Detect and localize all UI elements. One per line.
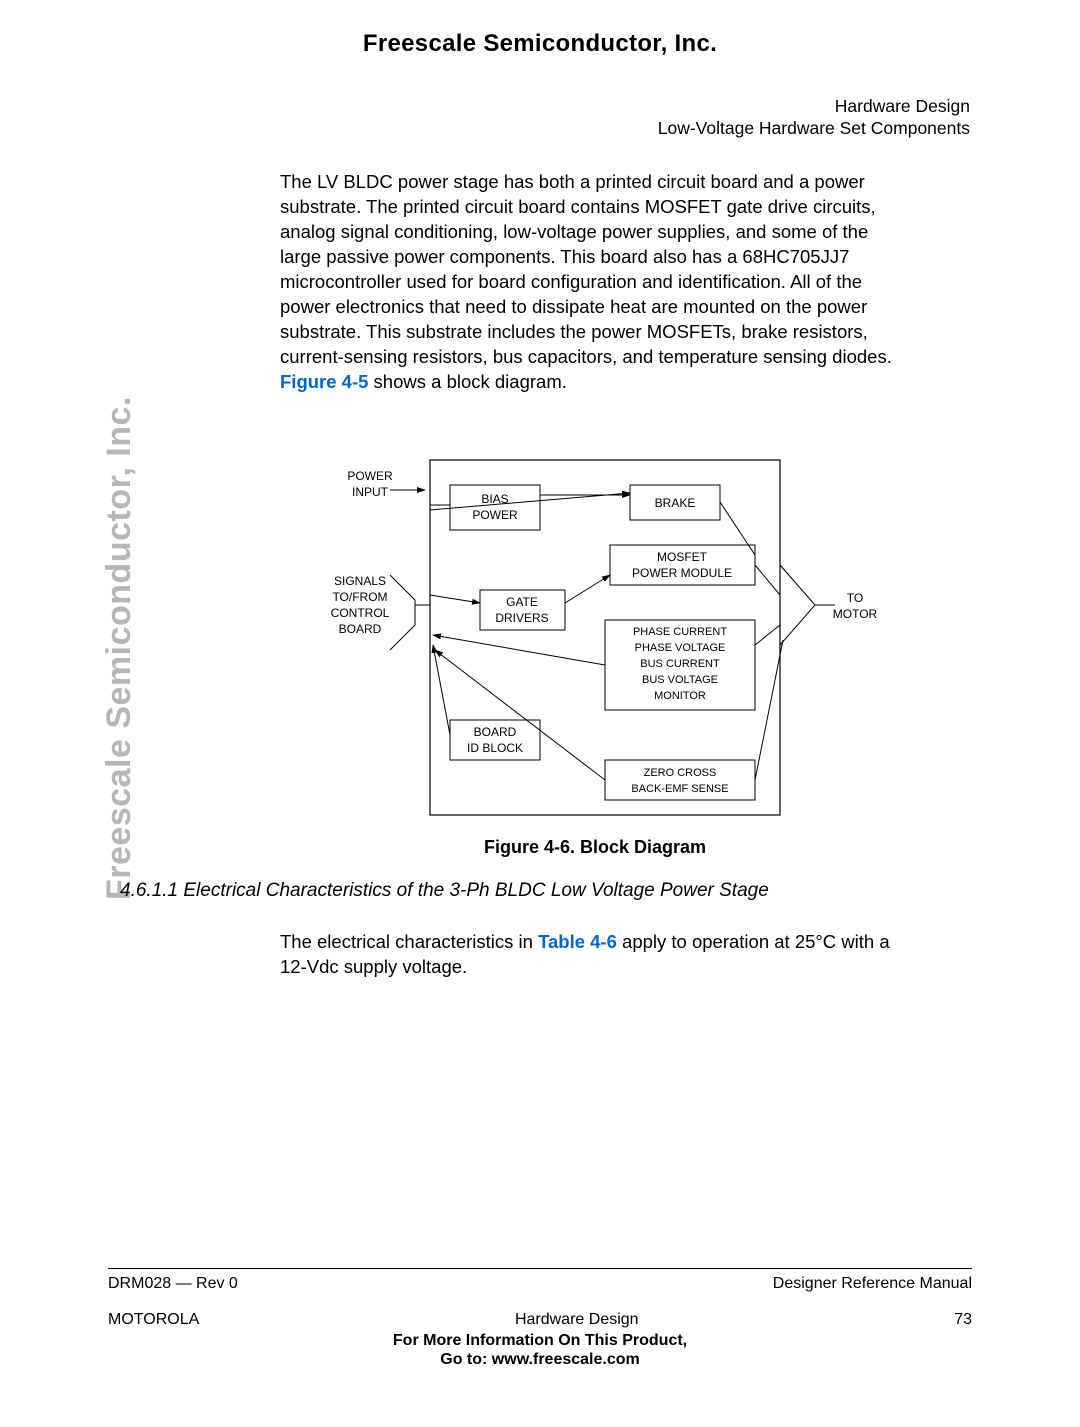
footer-page-number: 73 [954, 1311, 972, 1329]
label-boardid-1: BOARD [474, 725, 517, 739]
footer-more-info-2: Go to: www.freescale.com [108, 1350, 972, 1369]
label-to-1: TO [847, 591, 863, 605]
label-monitor-2: PHASE VOLTAGE [635, 642, 726, 654]
label-boardid-2: ID BLOCK [467, 741, 523, 755]
footer-more-info-1: For More Information On This Product, [108, 1331, 972, 1350]
footer-doc-rev: DRM028 — Rev 0 [108, 1275, 238, 1293]
footer-section: Hardware Design [515, 1311, 639, 1329]
header-line-2: Low-Voltage Hardware Set Components [658, 118, 970, 140]
label-zero-1: ZERO CROSS [644, 767, 717, 779]
label-brake: BRAKE [655, 496, 696, 510]
label-mosfet-1: MOSFET [657, 550, 708, 564]
label-gate-1: GATE [506, 595, 538, 609]
page-footer: DRM028 — Rev 0 Designer Reference Manual… [108, 1268, 972, 1369]
label-power-input-1: POWER [347, 469, 393, 483]
label-to-2: MOTOR [833, 607, 878, 621]
block-diagram-svg: BIAS POWER BRAKE MOSFET POWER MODULE GAT… [295, 445, 895, 825]
figure-block-diagram: BIAS POWER BRAKE MOSFET POWER MODULE GAT… [280, 445, 910, 858]
label-zero-2: BACK-EMF SENSE [631, 783, 728, 795]
paragraph-text-2: shows a block diagram. [368, 371, 566, 392]
subsection-heading: 4.6.1.1 Electrical Characteristics of th… [120, 880, 769, 902]
paragraph-2: The electrical characteristics in Table … [280, 930, 915, 980]
label-monitor-1: PHASE CURRENT [633, 626, 727, 638]
paragraph2-text-1: The electrical characteristics in [280, 931, 538, 952]
sidebar-watermark: Freescale Semiconductor, Inc. [100, 396, 139, 900]
label-signals-2: TO/FROM [332, 590, 387, 604]
header-line-1: Hardware Design [658, 96, 970, 118]
figure-4-5-link[interactable]: Figure 4-5 [280, 371, 368, 392]
label-signals-1: SIGNALS [334, 574, 386, 588]
label-power-input-2: INPUT [352, 485, 389, 499]
label-monitor-4: BUS VOLTAGE [642, 674, 718, 686]
header-section-info: Hardware Design Low-Voltage Hardware Set… [658, 96, 970, 140]
page-title: Freescale Semiconductor, Inc. [0, 30, 1080, 58]
label-monitor-5: MONITOR [654, 690, 706, 702]
paragraph-main: The LV BLDC power stage has both a print… [280, 170, 910, 395]
label-gate-2: DRIVERS [495, 611, 548, 625]
table-4-6-link[interactable]: Table 4-6 [538, 931, 617, 952]
label-monitor-3: BUS CURRENT [640, 658, 720, 670]
paragraph-text-1: The LV BLDC power stage has both a print… [280, 171, 892, 367]
label-signals-4: BOARD [339, 622, 382, 636]
label-mosfet-2: POWER MODULE [632, 566, 732, 580]
label-bias-2: POWER [472, 508, 518, 522]
label-signals-3: CONTROL [331, 606, 390, 620]
footer-manual: Designer Reference Manual [773, 1275, 972, 1293]
footer-brand: MOTOROLA [108, 1311, 199, 1329]
figure-caption: Figure 4-6. Block Diagram [280, 837, 910, 858]
